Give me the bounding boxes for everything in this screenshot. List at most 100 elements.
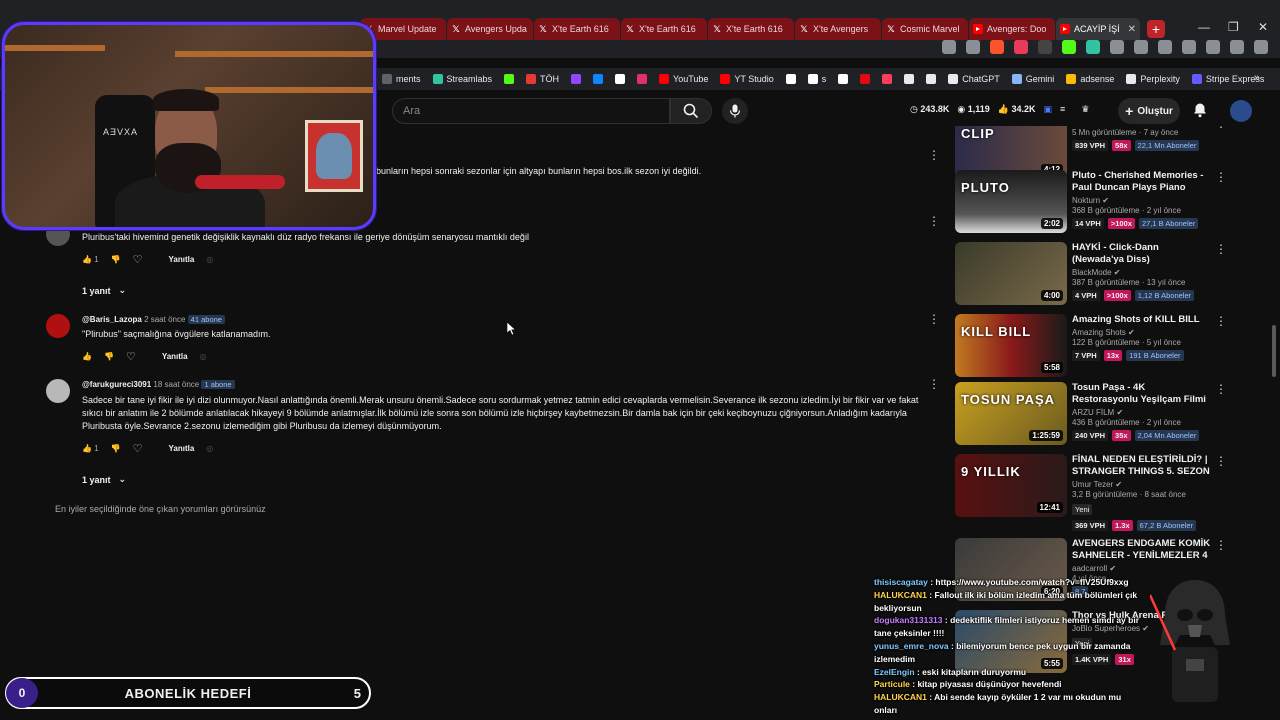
voice-search-button[interactable] bbox=[722, 98, 748, 124]
video-title[interactable]: Amazing Shots of KILL BILL bbox=[1072, 314, 1212, 326]
comment-time[interactable]: 2 saat önce bbox=[144, 315, 185, 324]
browser-tab[interactable]: 𝕏 X'te Earth 616 bbox=[621, 18, 707, 40]
scrollbar[interactable] bbox=[1272, 325, 1276, 377]
bookmark-item[interactable]: ments bbox=[382, 74, 421, 84]
bookmark-item[interactable] bbox=[504, 74, 515, 84]
video-menu-icon[interactable]: ⋮ bbox=[1215, 126, 1225, 130]
reply-button[interactable]: Yanıtla bbox=[168, 255, 194, 264]
bookmark-item[interactable]: Streamlabs bbox=[432, 74, 492, 84]
notifications-bell-icon[interactable] bbox=[1192, 102, 1208, 118]
video-thumbnail[interactable]: TOSUN PAŞA 1:25:59 bbox=[955, 382, 1067, 445]
video-thumbnail[interactable]: 9 YILLIK 12:41 bbox=[955, 454, 1067, 517]
heart-icon[interactable]: ♡ bbox=[126, 350, 136, 363]
reply-button[interactable]: Yanıtla bbox=[168, 444, 194, 453]
bookmark-item[interactable] bbox=[882, 74, 893, 84]
like-icon[interactable]: 👍 1 bbox=[82, 255, 99, 264]
bookmark-item[interactable]: Gemini bbox=[1011, 74, 1054, 84]
bookmarks-overflow-icon[interactable]: » bbox=[1254, 72, 1260, 84]
dislike-icon[interactable]: 👎 bbox=[111, 255, 121, 264]
channel-name[interactable]: Umur Tezer ✔ bbox=[1072, 480, 1212, 489]
brave-shield-icon[interactable] bbox=[990, 40, 1004, 54]
like-icon[interactable]: 👍 1 bbox=[82, 444, 99, 453]
dislike-icon[interactable]: 👎 bbox=[111, 444, 121, 453]
create-button[interactable]: + Oluştur bbox=[1118, 98, 1180, 124]
extension-icon[interactable] bbox=[1086, 40, 1100, 54]
replies-toggle[interactable]: 1 yanıt ⌄ bbox=[82, 285, 126, 296]
video-menu-icon[interactable]: ⋮ bbox=[1215, 314, 1225, 328]
channel-name[interactable]: ARZU FİLM ✔ bbox=[1072, 408, 1212, 417]
channel-name[interactable]: BlackMode ✔ bbox=[1072, 268, 1212, 277]
video-title[interactable]: Pluto - Cherished Memories - Paul Duncan… bbox=[1072, 170, 1212, 194]
comment-menu-icon[interactable]: ⋮ bbox=[928, 214, 940, 228]
extension-icon[interactable] bbox=[942, 40, 956, 54]
browser-tab[interactable]: 𝕏 X'te Avengers bbox=[795, 18, 881, 40]
video-title[interactable]: AVENGERS ENDGAME KOMİK SAHNELER - YENİLM… bbox=[1072, 538, 1212, 562]
video-title[interactable]: FİNAL NEDEN ELEŞTİRİLDİ? | STRANGER THIN… bbox=[1072, 454, 1212, 478]
browser-tab[interactable]: ACAYİP İŞİ ✕ bbox=[1056, 18, 1140, 40]
search-button[interactable] bbox=[670, 98, 712, 124]
bookmark-item[interactable]: TÖH bbox=[526, 74, 559, 84]
bookmark-item[interactable] bbox=[637, 74, 648, 84]
browser-tab[interactable]: 𝕏 Cosmic Marvel bbox=[882, 18, 968, 40]
browser-tab[interactable]: 𝕏 X'te Earth 616 bbox=[708, 18, 794, 40]
video-thumbnail[interactable]: KILL BILL 5:58 bbox=[955, 314, 1067, 377]
bookmark-item[interactable] bbox=[838, 74, 849, 84]
close-window-icon[interactable]: ✕ bbox=[1258, 20, 1268, 34]
bookmark-item[interactable]: s bbox=[807, 74, 826, 84]
comment-author[interactable]: @Baris_Lazopa bbox=[82, 315, 142, 324]
video-card[interactable]: KILL BILL 5:58 Amazing Shots of KILL BILL A… bbox=[955, 314, 1225, 380]
new-tab-button[interactable]: + bbox=[1147, 20, 1165, 38]
browser-tab[interactable]: 𝕏 X'te Earth 616 bbox=[534, 18, 620, 40]
close-tab-icon[interactable]: ✕ bbox=[1128, 24, 1136, 35]
video-title[interactable]: HAYKİ - Click-Dann (Newada'ya Diss) bbox=[1072, 242, 1212, 266]
bookmark-item[interactable]: adsense bbox=[1066, 74, 1114, 84]
search-input[interactable]: Ara bbox=[392, 98, 670, 124]
channel-name[interactable]: Amazing Shots ✔ bbox=[1072, 328, 1212, 337]
video-card[interactable]: 9 YILLIK 12:41 FİNAL NEDEN ELEŞTİRİLDİ? | … bbox=[955, 454, 1225, 531]
bookmark-item[interactable] bbox=[904, 74, 915, 84]
video-menu-icon[interactable]: ⋮ bbox=[1215, 454, 1225, 468]
bookmark-item[interactable] bbox=[926, 74, 937, 84]
comment-menu-icon[interactable]: ⋮ bbox=[928, 312, 940, 326]
minimize-icon[interactable]: — bbox=[1198, 20, 1210, 34]
channel-name[interactable]: aadcarroll ✔ bbox=[1072, 564, 1212, 573]
trophy-icon[interactable]: ♛ bbox=[1081, 104, 1089, 115]
heart-icon[interactable]: ♡ bbox=[133, 442, 143, 455]
bookmark-item[interactable]: YT Studio bbox=[720, 74, 774, 84]
like-icon[interactable]: 👍 bbox=[82, 352, 92, 361]
comment-time[interactable]: 18 saat önce bbox=[153, 380, 199, 389]
bookmark-item[interactable] bbox=[860, 74, 871, 84]
bookmark-item[interactable]: YouTube bbox=[659, 74, 708, 84]
video-card[interactable]: PLUTO 2:02 Pluto - Cherished Memories - Pa… bbox=[955, 170, 1225, 236]
vpn-icon[interactable] bbox=[1206, 40, 1220, 54]
comment-menu-icon[interactable]: ⋮ bbox=[928, 377, 940, 391]
puzzle-icon[interactable] bbox=[1134, 40, 1148, 54]
queue-icon[interactable]: ≡ bbox=[1060, 104, 1065, 115]
extension-icon[interactable] bbox=[1062, 40, 1076, 54]
extension-icon[interactable] bbox=[1038, 40, 1052, 54]
comment-menu-icon[interactable]: ⋮ bbox=[928, 148, 940, 162]
dislike-icon[interactable]: 👎 bbox=[104, 352, 114, 361]
video-thumbnail[interactable]: 4:00 bbox=[955, 242, 1067, 305]
bookmark-item[interactable] bbox=[571, 74, 582, 84]
video-menu-icon[interactable]: ⋮ bbox=[1215, 382, 1225, 396]
maximize-icon[interactable]: ❐ bbox=[1228, 20, 1239, 34]
video-title[interactable]: Tosun Paşa - 4K Restorasyonlu Yeşilçam F… bbox=[1072, 382, 1212, 406]
avatar[interactable] bbox=[46, 379, 70, 403]
video-card[interactable]: TOSUN PAŞA 1:25:59 Tosun Paşa - 4K Restora… bbox=[955, 382, 1225, 448]
channel-name[interactable]: Marvel Entertainment ✔ bbox=[1072, 126, 1212, 127]
menu-icon[interactable] bbox=[1254, 40, 1268, 54]
avatar[interactable] bbox=[46, 314, 70, 338]
bookmark-item[interactable] bbox=[615, 74, 626, 84]
reply-button[interactable]: Yanıtla bbox=[162, 352, 188, 361]
extension-icon[interactable] bbox=[1110, 40, 1124, 54]
channel-name[interactable]: Nokturn ✔ bbox=[1072, 196, 1212, 205]
video-card[interactable]: 4:00 HAYKİ - Click-Dann (Newada'ya Diss) B… bbox=[955, 242, 1225, 308]
video-thumbnail[interactable]: PLUTO 2:02 bbox=[955, 170, 1067, 233]
browser-tab[interactable]: 𝕏 Avengers Upda bbox=[447, 18, 533, 40]
replies-toggle[interactable]: 1 yanıt ⌄ bbox=[82, 474, 126, 485]
heart-icon[interactable]: ♡ bbox=[133, 253, 143, 266]
bookmark-item[interactable]: ChatGPT bbox=[948, 74, 1000, 84]
video-menu-icon[interactable]: ⋮ bbox=[1215, 170, 1225, 184]
browser-tab[interactable]: Avengers: Doo bbox=[969, 18, 1055, 40]
